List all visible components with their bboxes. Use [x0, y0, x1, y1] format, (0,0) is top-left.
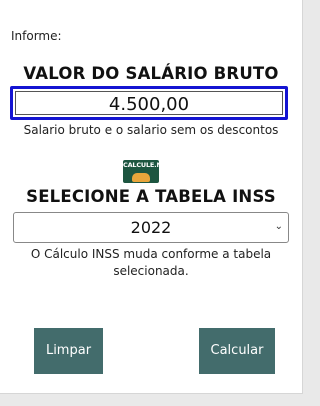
salary-heading: VALOR DO SALÁRIO BRUTO [23, 64, 279, 83]
salary-input[interactable]: 4.500,00 [10, 86, 288, 120]
inss-help-text: O Cálculo INSS muda conforme a tabela se… [30, 247, 272, 278]
inss-table-selected-value[interactable]: 2022 [14, 213, 288, 243]
inss-table-select[interactable]: 2022 ⌄ [13, 212, 289, 243]
clear-button[interactable]: Limpar [34, 328, 103, 374]
calculator-panel: Informe: VALOR DO SALÁRIO BRUTO 4.500,00… [0, 0, 303, 394]
calcule-net-logo: CALCULE.NET [123, 160, 159, 183]
logo-text: CALCULE.NET [123, 161, 159, 169]
salary-input-value[interactable]: 4.500,00 [15, 91, 283, 115]
coins-icon [132, 173, 150, 182]
salary-help-text: Salario bruto e o salario sem os descont… [23, 123, 279, 137]
informe-label: Informe: [11, 29, 62, 43]
calculate-button[interactable]: Calcular [199, 328, 275, 374]
chevron-down-icon[interactable]: ⌄ [275, 221, 283, 232]
table-heading: SELECIONE A TABELA INSS [26, 187, 276, 206]
